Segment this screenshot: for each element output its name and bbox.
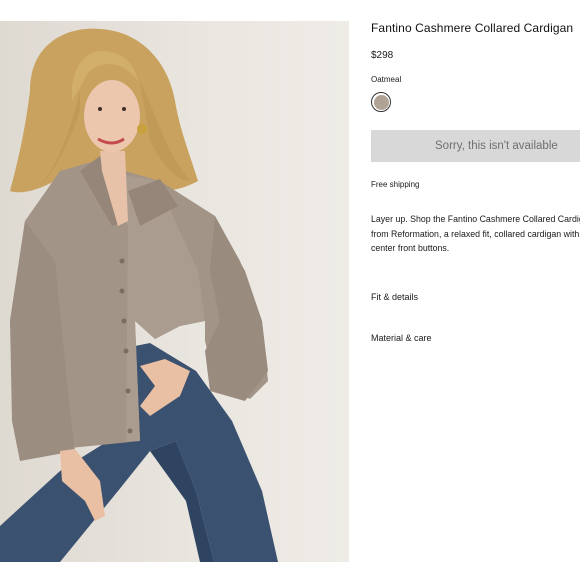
face (84, 80, 140, 152)
accordion-material-care[interactable]: Material & care (371, 333, 432, 343)
product-info: Fantino Cashmere Collared Cardigan $298 … (371, 0, 580, 580)
swatch-fill (373, 94, 389, 110)
accordion-fit-details[interactable]: Fit & details (371, 292, 418, 302)
color-swatch-oatmeal[interactable] (371, 92, 391, 112)
product-image (0, 21, 349, 562)
unavailable-button[interactable]: Sorry, this isn't available (371, 130, 580, 162)
product-description: Layer up. Shop the Fantino Cashmere Coll… (371, 214, 580, 253)
product-title: Fantino Cashmere Collared Cardigan (371, 21, 574, 35)
product-price: $298 (371, 50, 394, 61)
selected-color-label: Oatmeal (371, 75, 402, 84)
shipping-info: Free shipping (371, 180, 420, 189)
